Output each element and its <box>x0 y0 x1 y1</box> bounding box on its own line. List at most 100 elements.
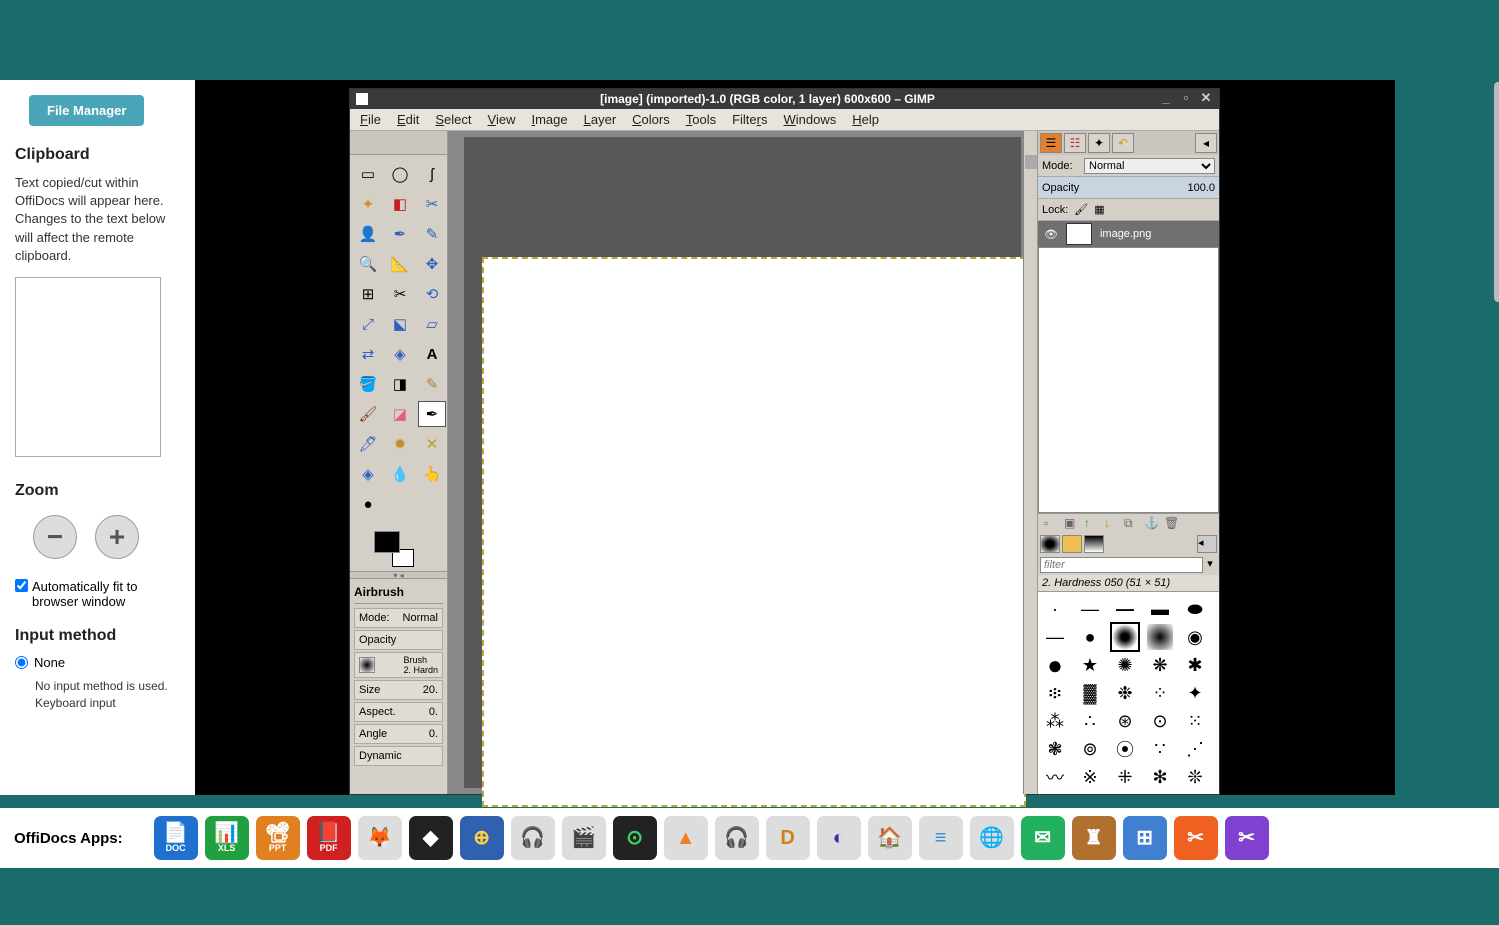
brush-filter-input[interactable] <box>1040 557 1203 573</box>
fuzzy-select-tool[interactable]: ✦ <box>354 191 382 217</box>
brush-item[interactable]: ✺ <box>1112 652 1138 678</box>
color-swatches[interactable] <box>374 531 414 567</box>
ellipse-select-tool[interactable]: ◯ <box>386 161 414 187</box>
brush-item[interactable]: ፨ <box>1042 680 1068 706</box>
brush-item[interactable]: ◉ <box>1182 624 1208 650</box>
zoom-out-button[interactable]: − <box>33 515 77 559</box>
fg-color-swatch[interactable] <box>374 531 400 553</box>
menu-filters[interactable]: Filters <box>732 112 767 127</box>
brush-item[interactable]: 〰 <box>1042 764 1068 790</box>
brush-item[interactable]: ❋ <box>1147 652 1173 678</box>
app-pdf[interactable]: 📕PDF <box>307 816 351 860</box>
new-layer-button[interactable]: ▫ <box>1044 516 1058 531</box>
autofit-checkbox[interactable] <box>15 579 28 592</box>
app-clementine[interactable]: 🎧 <box>715 816 759 860</box>
brush-item[interactable]: ⬬ <box>1182 596 1208 622</box>
opt-opacity[interactable]: Opacity <box>354 630 443 650</box>
paths-tool[interactable]: ✒ <box>386 221 414 247</box>
menu-layer[interactable]: Layer <box>584 112 617 127</box>
app-chess[interactable]: ♜ <box>1072 816 1116 860</box>
zoom-tool[interactable]: 🔍 <box>354 251 382 277</box>
brush-item[interactable]: ⁜ <box>1112 764 1138 790</box>
gimp-titlebar[interactable]: [image] (imported)-1.0 (RGB color, 1 lay… <box>350 89 1219 109</box>
color-select-tool[interactable]: ◧ <box>386 191 414 217</box>
brush-item[interactable]: ✻ <box>1147 764 1173 790</box>
brushes-tab[interactable] <box>1040 535 1060 553</box>
menu-edit[interactable]: Edit <box>397 112 419 127</box>
gradients-tab[interactable] <box>1084 535 1104 553</box>
layer-row[interactable]: 👁 image.png <box>1038 221 1219 247</box>
brush-item[interactable]: ✦ <box>1182 680 1208 706</box>
app-gedit[interactable]: ≡ <box>919 816 963 860</box>
brush-item[interactable]: ★ <box>1077 652 1103 678</box>
blur-tool[interactable]: 💧 <box>386 461 414 487</box>
brush-item[interactable]: ※ <box>1077 764 1103 790</box>
brush-item[interactable]: ∵ <box>1147 736 1173 762</box>
crop-tool[interactable]: ✂ <box>386 281 414 307</box>
opt-brush[interactable]: Brush2. Hardn <box>354 652 443 678</box>
app-inkscape[interactable]: ◆ <box>409 816 453 860</box>
layer-opacity-slider[interactable]: Opacity 100.0 <box>1038 177 1219 199</box>
app-mail[interactable]: ✉ <box>1021 816 1065 860</box>
menu-file[interactable]: File <box>360 112 381 127</box>
heal-tool[interactable]: ✕ <box>418 431 446 457</box>
menu-colors[interactable]: Colors <box>632 112 670 127</box>
opt-mode-value[interactable]: Normal <box>403 612 438 624</box>
app-puzzle[interactable]: ⊞ <box>1123 816 1167 860</box>
bucket-fill-tool[interactable]: 🪣 <box>354 371 382 397</box>
toolbox-resize-handle[interactable]: ▾ ◂ <box>350 571 447 579</box>
brush-item[interactable]: — <box>1077 596 1103 622</box>
canvas-scrollbar[interactable] <box>1023 131 1037 794</box>
menu-select[interactable]: Select <box>435 112 471 127</box>
app-xls[interactable]: 📊XLS <box>205 816 249 860</box>
brush-item[interactable]: ⊛ <box>1112 708 1138 734</box>
channels-tab[interactable]: ☷ <box>1064 133 1086 153</box>
lock-alpha-icon[interactable]: ▦ <box>1094 203 1104 216</box>
opt-aspect[interactable]: Aspect.0. <box>354 702 443 722</box>
paths-tab[interactable]: ✦ <box>1088 133 1110 153</box>
color-picker-tool[interactable]: ✎ <box>418 221 446 247</box>
app-dia[interactable]: D <box>766 816 810 860</box>
lock-pixels-icon[interactable]: 🖌 <box>1074 203 1088 216</box>
delete-layer-button[interactable]: 🗑 <box>1164 516 1178 531</box>
brush-item[interactable]: ⁙ <box>1182 708 1208 734</box>
app-sweethome[interactable]: 🏠 <box>868 816 912 860</box>
layers-tab[interactable]: ☰ <box>1040 133 1062 153</box>
app-vlc[interactable]: ▲ <box>664 816 708 860</box>
eraser-tool[interactable]: ◪ <box>386 401 414 427</box>
align-tool[interactable]: ⊞ <box>354 281 382 307</box>
anchor-layer-button[interactable]: ⚓ <box>1144 516 1158 531</box>
brush-item[interactable]: ❊ <box>1182 764 1208 790</box>
brush-item[interactable]: ▓ <box>1077 680 1103 706</box>
move-tool[interactable]: ✥ <box>418 251 446 277</box>
menu-image[interactable]: Image <box>531 112 567 127</box>
app-lmms[interactable]: ⊙ <box>613 816 657 860</box>
brush-item[interactable]: ❉ <box>1112 680 1138 706</box>
app-audio-editor[interactable]: ✂ <box>1225 816 1269 860</box>
app-video-editor[interactable]: ✂ <box>1174 816 1218 860</box>
brush-item[interactable]: ● <box>1042 652 1068 678</box>
paintbrush-tool[interactable]: 🖌 <box>354 401 382 427</box>
raise-layer-button[interactable]: ↑ <box>1084 516 1098 531</box>
smudge-tool[interactable]: 👆 <box>418 461 446 487</box>
brush-item[interactable]: ✱ <box>1182 652 1208 678</box>
menu-help[interactable]: Help <box>852 112 879 127</box>
scissors-tool[interactable]: ✂ <box>418 191 446 217</box>
dodge-tool[interactable]: ● <box>354 491 382 517</box>
menu-view[interactable]: View <box>488 112 516 127</box>
brush-item[interactable]: ⦿ <box>1112 736 1138 762</box>
layer-mode-select[interactable]: Normal <box>1084 158 1215 174</box>
brush-item[interactable]: ⊙ <box>1147 708 1173 734</box>
dock-menu-button[interactable]: ◂ <box>1195 133 1217 153</box>
brush-item[interactable]: ⁘ <box>1147 680 1173 706</box>
airbrush-tool[interactable]: ✒ <box>418 401 446 427</box>
lower-layer-button[interactable]: ↓ <box>1104 516 1118 531</box>
cage-tool[interactable]: ◈ <box>386 341 414 367</box>
brush-item[interactable]: ⋰ <box>1182 736 1208 762</box>
file-manager-button[interactable]: File Manager <box>29 95 144 126</box>
clipboard-textarea[interactable] <box>15 277 161 457</box>
opt-dynamics[interactable]: Dynamic <box>354 746 443 766</box>
brush-item[interactable]: ⁂ <box>1042 708 1068 734</box>
input-none-radio[interactable] <box>15 656 28 669</box>
brush-item[interactable]: ∴ <box>1077 708 1103 734</box>
